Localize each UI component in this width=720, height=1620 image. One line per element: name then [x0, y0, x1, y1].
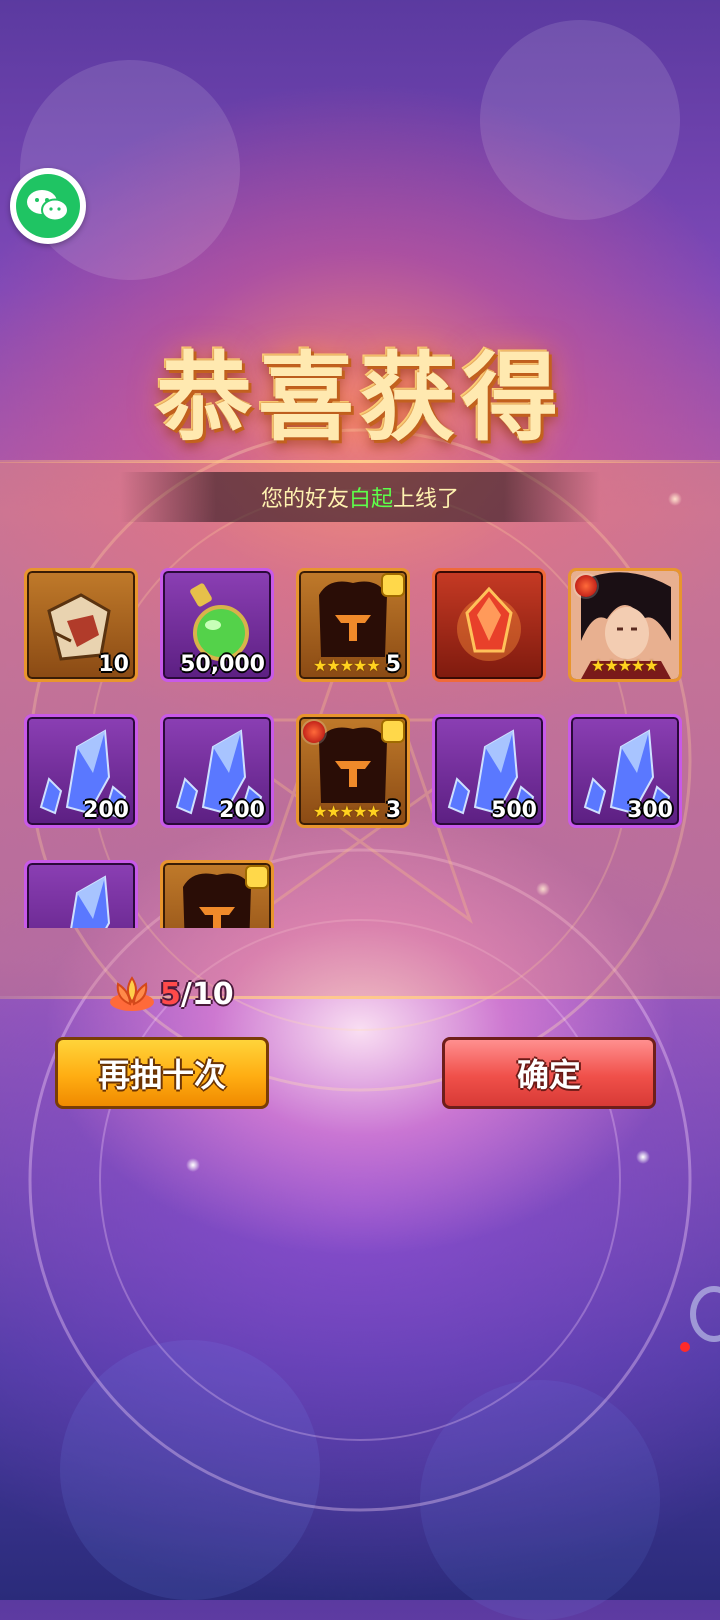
- reward-count: 50,000: [180, 652, 265, 677]
- friend-online-notice: 您的好友 白起 上线了: [120, 472, 600, 522]
- draw-counter-current: 5: [160, 976, 181, 1012]
- reward-count: 5: [385, 652, 401, 677]
- shard-badge-icon: [247, 867, 267, 887]
- wechat-share-button[interactable]: [10, 168, 86, 244]
- draw-counter: 5/10: [108, 974, 234, 1014]
- star-rating: ★★★★★: [313, 656, 381, 675]
- shard-badge-icon: [383, 721, 403, 741]
- reward-count: 10: [98, 652, 129, 677]
- reward-count: 200: [83, 798, 129, 823]
- star-rating: ★★★★★: [313, 802, 381, 821]
- reward-item-crystal[interactable]: 300: [568, 714, 682, 828]
- draw-ten-again-button[interactable]: 再抽十次: [55, 1037, 269, 1109]
- wechat-icon: [16, 174, 80, 238]
- fire-gem-icon: [457, 586, 521, 661]
- reward-item-crystal[interactable]: 200: [24, 714, 138, 828]
- reward-count: 300: [627, 798, 673, 823]
- reward-count: 200: [219, 798, 265, 823]
- notice-suffix: 上线了: [393, 487, 460, 512]
- fire-element-icon: [575, 575, 597, 597]
- reward-item-fire-gem[interactable]: [432, 568, 546, 682]
- reward-item-crystal[interactable]: 200: [160, 714, 274, 828]
- divider-top: [0, 460, 720, 463]
- fire-element-icon: [303, 721, 325, 743]
- reward-item-hero-shard[interactable]: [160, 860, 274, 928]
- reward-item-potion[interactable]: 50,000: [160, 568, 274, 682]
- reward-item-hero-shard[interactable]: ★★★★★ 3: [296, 714, 410, 828]
- reward-item-scroll-fragment[interactable]: 10: [24, 568, 138, 682]
- notification-dot: [680, 1342, 690, 1352]
- floating-assistant-button[interactable]: [690, 1286, 720, 1342]
- reward-item-hero-shard[interactable]: ★★★★★ 5: [296, 568, 410, 682]
- reward-count: 3: [385, 798, 401, 823]
- draw-counter-total: /10: [180, 976, 234, 1012]
- reward-count: 500: [491, 798, 537, 823]
- lotus-token-icon: [110, 976, 154, 1011]
- reward-item-hero[interactable]: ★★★★★: [568, 568, 682, 682]
- reward-grid: 10 50,000 ★★★★★ 5 ★★★★★ 200 200 ★★★★★ 3 …: [24, 568, 704, 928]
- notice-prefix: 您的好友: [260, 487, 349, 512]
- blue-crystal-icon: [70, 875, 111, 928]
- star-rating: ★★★★★: [591, 656, 659, 675]
- confirm-button[interactable]: 确定: [442, 1037, 656, 1109]
- reward-title: 恭喜获得: [156, 342, 564, 454]
- draw-counter-text: 5/10: [160, 977, 234, 1012]
- reward-item-crystal[interactable]: 500: [432, 714, 546, 828]
- reward-item-crystal[interactable]: [24, 860, 138, 928]
- shard-badge-icon: [383, 575, 403, 595]
- notice-friend-name: 白起: [348, 487, 393, 512]
